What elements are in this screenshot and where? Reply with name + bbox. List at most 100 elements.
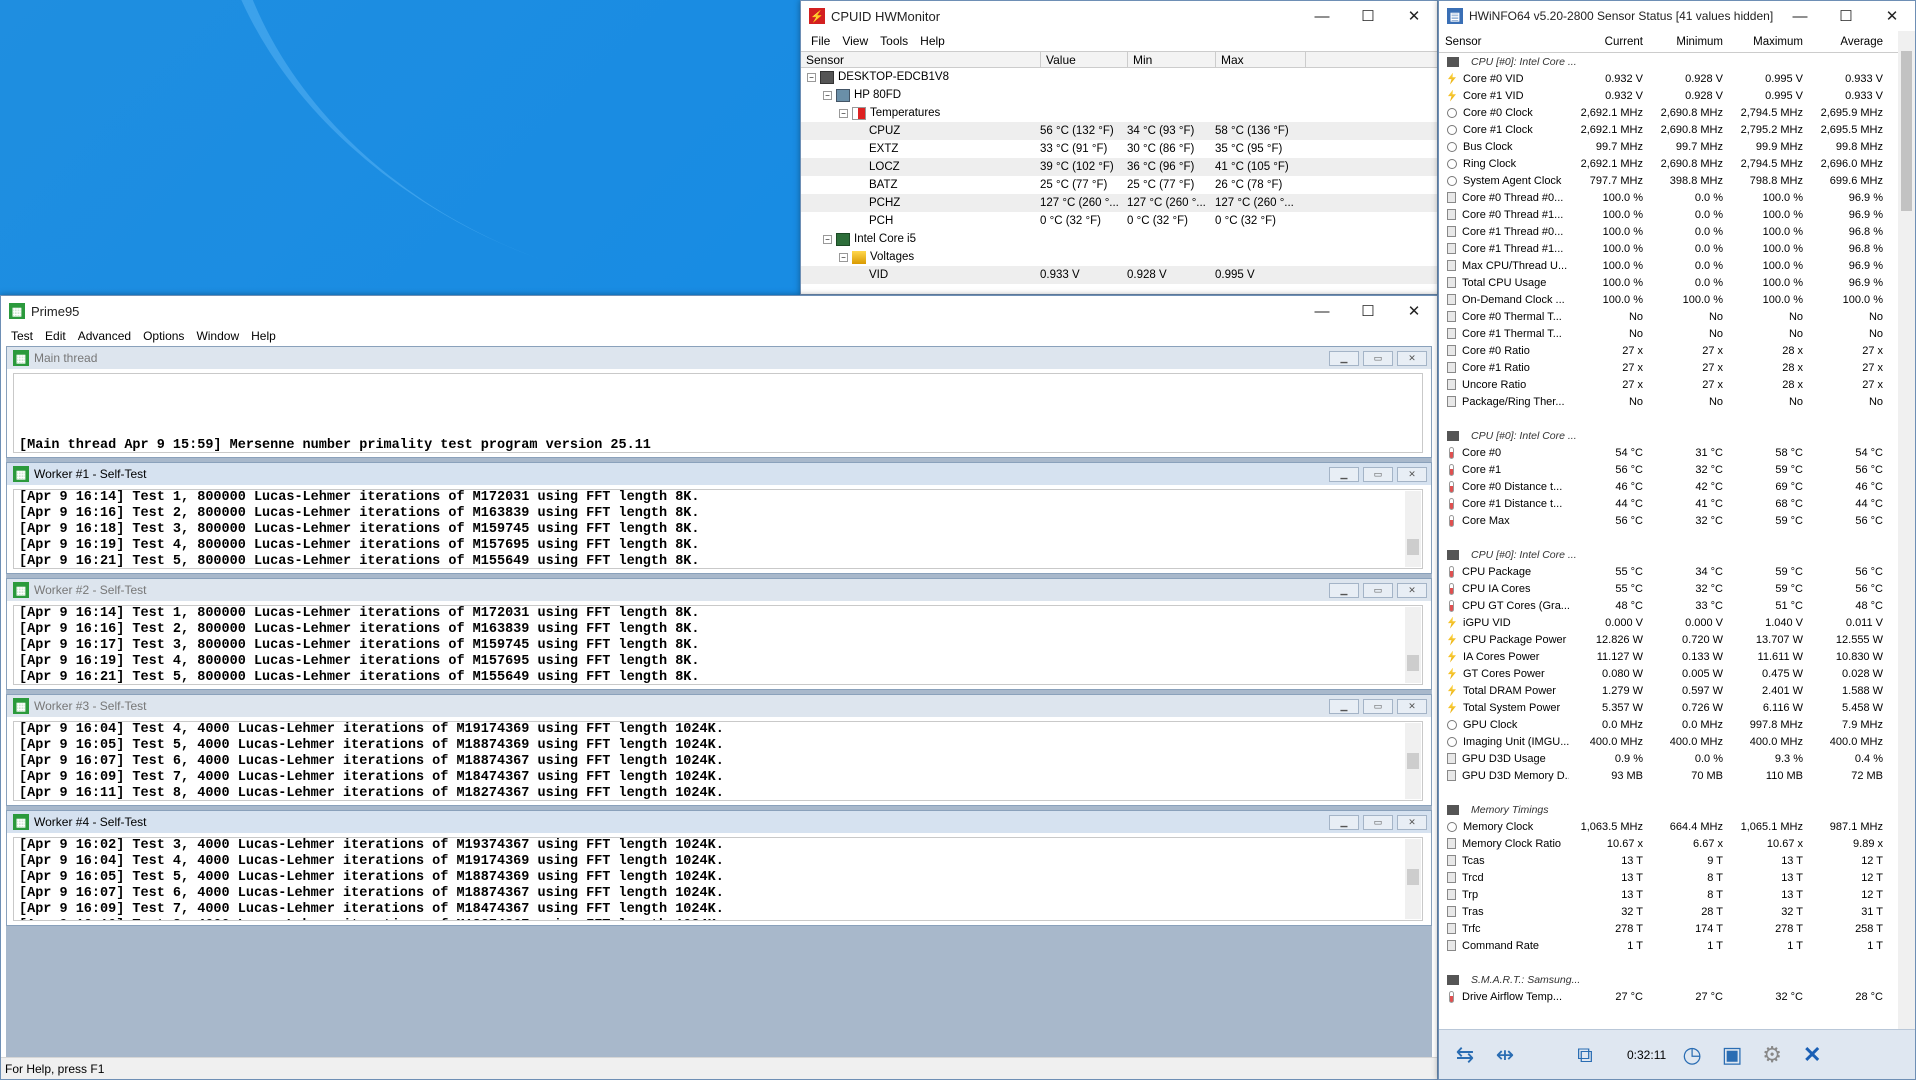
- sensor-row[interactable]: Core #0 Thread #1... 100.0 % 0.0 % 100.0 % 9…: [1439, 206, 1915, 223]
- sensor-row[interactable]: Core #0 VID 0.932 V 0.928 V 0.995 V 0.933 V: [1439, 70, 1915, 87]
- sensor-row[interactable]: Core #1 VID 0.932 V 0.928 V 0.995 V 0.933 V: [1439, 87, 1915, 104]
- child-minimize-icon[interactable]: ▁: [1329, 466, 1359, 482]
- sensor-row[interactable]: Package/Ring Ther... No No No No: [1439, 393, 1915, 410]
- sensor-row[interactable]: Trcd 13 T 8 T 13 T 12 T: [1439, 869, 1915, 886]
- close-sensors-icon[interactable]: ✕: [1794, 1037, 1830, 1073]
- collapse-toggle-icon[interactable]: −: [839, 252, 848, 262]
- sensor-row[interactable]: CPU IA Cores 55 °C 32 °C 59 °C 56 °C: [1439, 580, 1915, 597]
- column-average[interactable]: Average: [1809, 36, 1889, 48]
- child-log-output[interactable]: [Apr 9 16:04] Test 4, 4000 Lucas-Lehmer …: [13, 721, 1423, 801]
- column-value[interactable]: Value: [1041, 52, 1128, 67]
- child-minimize-icon[interactable]: ▁: [1329, 350, 1359, 366]
- hwmonitor-tree-row[interactable]: CPUZ 56 °C (132 °F) 34 °C (93 °F) 58 °C (13…: [801, 122, 1437, 140]
- log-file-icon[interactable]: ▣: [1714, 1037, 1750, 1073]
- menu-help[interactable]: Help: [914, 34, 951, 48]
- scrollbar-thumb[interactable]: [1901, 51, 1912, 211]
- child-log-output[interactable]: [Apr 9 16:02] Test 3, 4000 Lucas-Lehmer …: [13, 837, 1423, 921]
- sensor-row[interactable]: Core #0 Distance t... 46 °C 42 °C 69 °C 46 °…: [1439, 478, 1915, 495]
- sensor-group-header[interactable]: CPU [#0]: Intel Core ...: [1439, 427, 1915, 444]
- sensor-row[interactable]: Core #1 56 °C 32 °C 59 °C 56 °C: [1439, 461, 1915, 478]
- child-close-icon[interactable]: ✕: [1397, 350, 1427, 366]
- network-icon[interactable]: ⧉: [1567, 1037, 1603, 1073]
- minimize-icon[interactable]: —: [1777, 1, 1823, 31]
- sensor-row[interactable]: CPU GT Cores (Gra... 48 °C 33 °C 51 °C 48 °C: [1439, 597, 1915, 614]
- column-sensor[interactable]: Sensor: [1439, 36, 1569, 48]
- child-close-icon[interactable]: ✕: [1397, 582, 1427, 598]
- scrollbar-thumb[interactable]: [1407, 539, 1419, 555]
- scrollbar-thumb[interactable]: [1407, 869, 1419, 885]
- minimize-icon[interactable]: —: [1299, 296, 1345, 326]
- child-titlebar[interactable]: ▦ Worker #3 - Self-Test ▁ ▭ ✕: [7, 695, 1431, 717]
- sensor-row[interactable]: System Agent Clock 797.7 MHz 398.8 MHz 798.…: [1439, 172, 1915, 189]
- sensor-row[interactable]: Core #1 Thread #1... 100.0 % 0.0 % 100.0 % 9…: [1439, 240, 1915, 257]
- worker-3-window[interactable]: ▦ Worker #3 - Self-Test ▁ ▭ ✕ [Apr 9 16:04] T…: [6, 694, 1432, 806]
- worker-4-window[interactable]: ▦ Worker #4 - Self-Test ▁ ▭ ✕ [Apr 9 16:02] T…: [6, 810, 1432, 926]
- column-current[interactable]: Current: [1569, 36, 1649, 48]
- sensor-row[interactable]: Trfc 278 T 174 T 278 T 258 T: [1439, 920, 1915, 937]
- main-thread-window[interactable]: ▦ Main thread ▁ ▭ ✕ [Main thread Apr 9 15:59]…: [6, 346, 1432, 458]
- sensor-row[interactable]: Core Max 56 °C 32 °C 59 °C 56 °C: [1439, 512, 1915, 529]
- child-scrollbar[interactable]: [1405, 723, 1421, 799]
- sensor-row[interactable]: iGPU VID 0.000 V 0.000 V 1.040 V 0.011 V: [1439, 614, 1915, 631]
- child-titlebar[interactable]: ▦ Worker #4 - Self-Test ▁ ▭ ✕: [7, 811, 1431, 833]
- maximize-icon[interactable]: ☐: [1823, 1, 1869, 31]
- menu-help[interactable]: Help: [245, 329, 282, 343]
- column-maximum[interactable]: Maximum: [1729, 36, 1809, 48]
- scrollbar-thumb[interactable]: [1407, 655, 1419, 671]
- child-log-output[interactable]: [Apr 9 16:14] Test 1, 800000 Lucas-Lehme…: [13, 605, 1423, 685]
- child-titlebar[interactable]: ▦ Main thread ▁ ▭ ✕: [7, 347, 1431, 369]
- child-close-icon[interactable]: ✕: [1397, 814, 1427, 830]
- sensor-row[interactable]: Core #0 54 °C 31 °C 58 °C 54 °C: [1439, 444, 1915, 461]
- sensor-row[interactable]: Total System Power 5.357 W 0.726 W 6.116 W 5…: [1439, 699, 1915, 716]
- hwinfo-titlebar[interactable]: ▤ HWiNFO64 v5.20-2800 Sensor Status [41 …: [1439, 1, 1915, 31]
- menu-options[interactable]: Options: [137, 329, 190, 343]
- child-restore-icon[interactable]: ▭: [1363, 466, 1393, 482]
- menu-view[interactable]: View: [836, 34, 874, 48]
- hwmonitor-tree-row[interactable]: − Intel Core i5: [801, 230, 1437, 248]
- sensor-row[interactable]: GPU D3D Usage 0.9 % 0.0 % 9.3 % 0.4 %: [1439, 750, 1915, 767]
- sensor-row[interactable]: CPU Package 55 °C 34 °C 59 °C 56 °C: [1439, 563, 1915, 580]
- prime95-titlebar[interactable]: ▦ Prime95 — ☐ ✕: [1, 296, 1437, 326]
- menu-edit[interactable]: Edit: [39, 329, 72, 343]
- worker-2-window[interactable]: ▦ Worker #2 - Self-Test ▁ ▭ ✕ [Apr 9 16:14] T…: [6, 578, 1432, 690]
- sensor-row[interactable]: Total CPU Usage 100.0 % 0.0 % 100.0 % 96.9 %: [1439, 274, 1915, 291]
- column-min[interactable]: Min: [1128, 52, 1216, 67]
- child-close-icon[interactable]: ✕: [1397, 698, 1427, 714]
- column-max[interactable]: Max: [1216, 52, 1306, 67]
- menu-advanced[interactable]: Advanced: [72, 329, 137, 343]
- menu-test[interactable]: Test: [5, 329, 39, 343]
- sensor-row[interactable]: Core #0 Clock 2,692.1 MHz 2,690.8 MHz 2,794…: [1439, 104, 1915, 121]
- collapse-toggle-icon[interactable]: −: [823, 90, 832, 100]
- child-titlebar[interactable]: ▦ Worker #2 - Self-Test ▁ ▭ ✕: [7, 579, 1431, 601]
- sensor-row[interactable]: Ring Clock 2,692.1 MHz 2,690.8 MHz 2,794.5 …: [1439, 155, 1915, 172]
- sensor-row[interactable]: Tcas 13 T 9 T 13 T 12 T: [1439, 852, 1915, 869]
- close-icon[interactable]: ✕: [1869, 1, 1915, 31]
- sensor-group-header[interactable]: CPU [#0]: Intel Core ...: [1439, 53, 1915, 70]
- clock-reset-icon[interactable]: ◷: [1674, 1037, 1710, 1073]
- sensor-row[interactable]: Memory Clock 1,063.5 MHz 664.4 MHz 1,065.1 …: [1439, 818, 1915, 835]
- sensor-row[interactable]: Core #1 Clock 2,692.1 MHz 2,690.8 MHz 2,795…: [1439, 121, 1915, 138]
- sensor-row[interactable]: Core #0 Thread #0... 100.0 % 0.0 % 100.0 % 9…: [1439, 189, 1915, 206]
- sensor-row[interactable]: Core #1 Ratio 27 x 27 x 28 x 27 x: [1439, 359, 1915, 376]
- hwmonitor-tree-row[interactable]: PCH 0 °C (32 °F) 0 °C (32 °F) 0 °C (32 °F): [801, 212, 1437, 230]
- sensor-row[interactable]: Bus Clock 99.7 MHz 99.7 MHz 99.9 MHz 99.8 MH…: [1439, 138, 1915, 155]
- sensor-row[interactable]: Core #1 Thread #0... 100.0 % 0.0 % 100.0 % 9…: [1439, 223, 1915, 240]
- child-minimize-icon[interactable]: ▁: [1329, 814, 1359, 830]
- sensor-row[interactable]: Drive Airflow Temp... 27 °C 27 °C 32 °C 28 °…: [1439, 988, 1915, 1005]
- child-restore-icon[interactable]: ▭: [1363, 582, 1393, 598]
- sensor-row[interactable]: On-Demand Clock ... 100.0 % 100.0 % 100.0 %…: [1439, 291, 1915, 308]
- hwmonitor-tree-row[interactable]: − DESKTOP-EDCB1V8: [801, 68, 1437, 86]
- column-sensor[interactable]: Sensor: [801, 52, 1041, 67]
- navigate-left-right-icon[interactable]: ⇆: [1447, 1037, 1483, 1073]
- sensor-row[interactable]: Trp 13 T 8 T 13 T 12 T: [1439, 886, 1915, 903]
- menu-tools[interactable]: Tools: [874, 34, 914, 48]
- maximize-icon[interactable]: ☐: [1345, 1, 1391, 31]
- scrollbar-thumb[interactable]: [1407, 753, 1419, 769]
- collapse-columns-icon[interactable]: ⇹: [1487, 1037, 1523, 1073]
- hwmonitor-tree-row[interactable]: − Voltages: [801, 248, 1437, 266]
- hwmonitor-tree-row[interactable]: LOCZ 39 °C (102 °F) 36 °C (96 °F) 41 °C (10…: [801, 158, 1437, 176]
- child-scrollbar[interactable]: [1405, 607, 1421, 683]
- menu-file[interactable]: File: [805, 34, 836, 48]
- hwinfo-scrollbar[interactable]: [1898, 31, 1915, 1031]
- child-titlebar[interactable]: ▦ Worker #1 - Self-Test ▁ ▭ ✕: [7, 463, 1431, 485]
